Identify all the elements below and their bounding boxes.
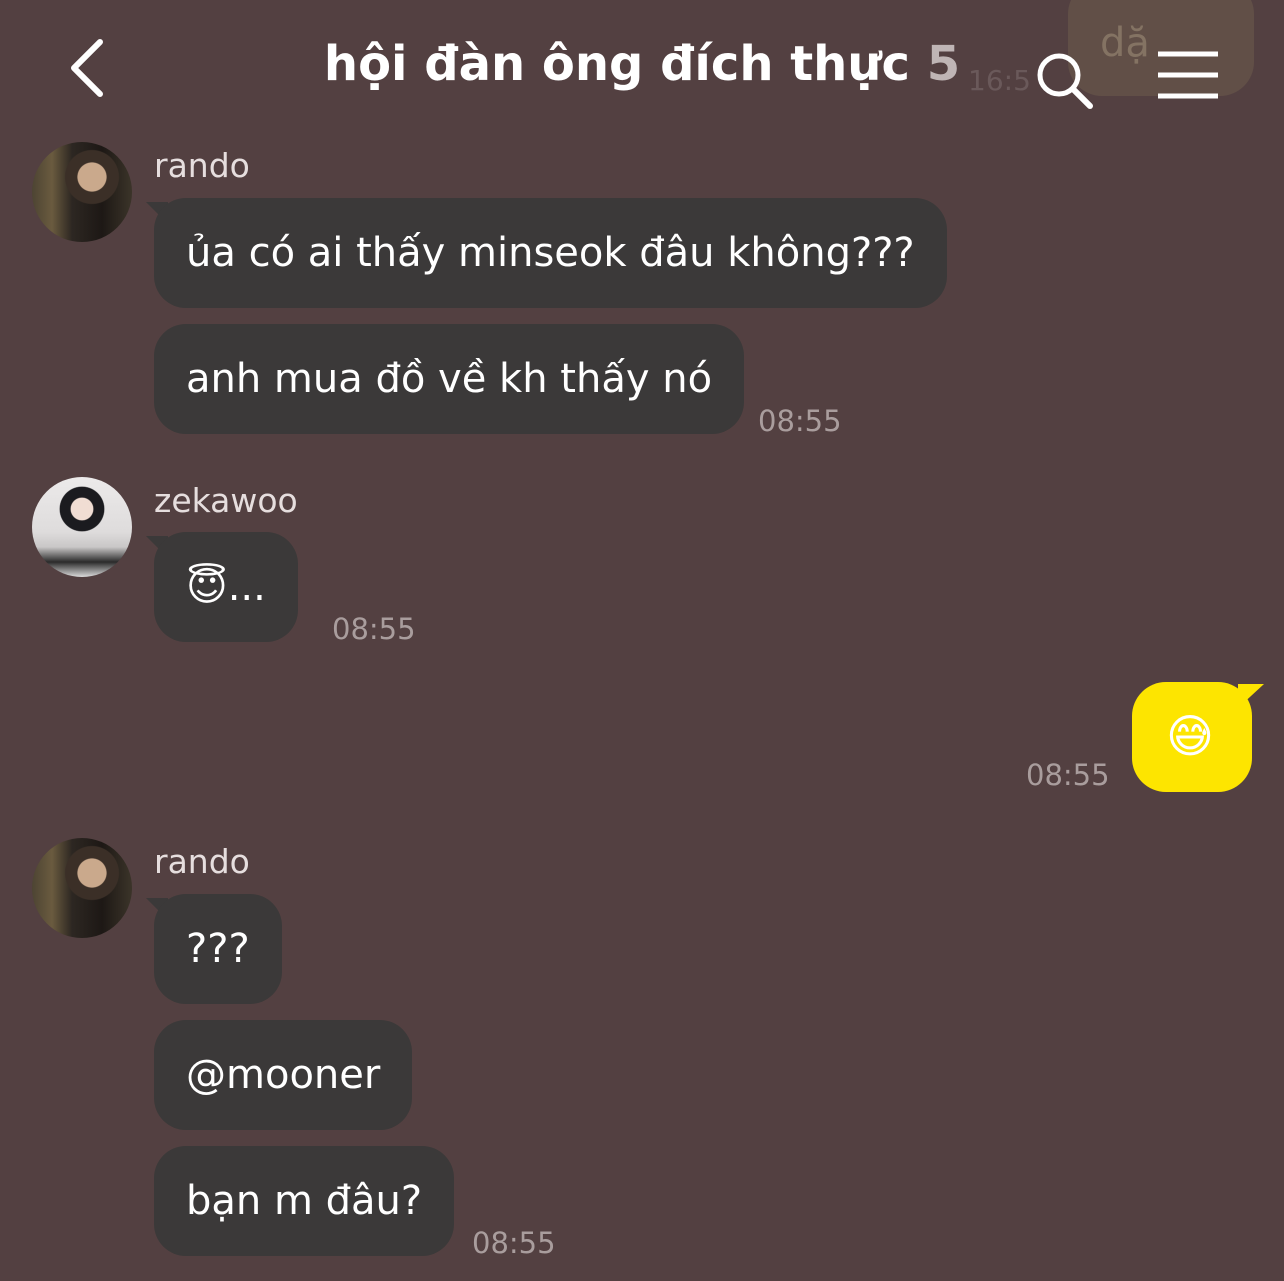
message-time: 08:55 bbox=[758, 404, 842, 438]
message-time: 08:55 bbox=[332, 612, 416, 646]
message-time: 08:55 bbox=[472, 1226, 556, 1260]
message-bubble[interactable]: anh mua đồ về kh thấy nó bbox=[154, 324, 745, 434]
search-button[interactable] bbox=[1034, 50, 1094, 110]
my-message-bubble[interactable]: 😅 bbox=[1132, 682, 1252, 792]
avatar[interactable] bbox=[32, 477, 132, 577]
message-bubble[interactable]: ??? bbox=[154, 894, 282, 1004]
sender-name: rando bbox=[154, 842, 250, 881]
sender-name: zekawoo bbox=[154, 481, 298, 520]
hamburger-menu-icon bbox=[1158, 51, 1218, 99]
sender-name: rando bbox=[154, 146, 250, 185]
message-bubble[interactable]: @mooner bbox=[154, 1020, 413, 1130]
message-bubble[interactable]: 😇... bbox=[154, 532, 298, 642]
emoji-sweat-smile: 😅 bbox=[1166, 709, 1214, 763]
avatar[interactable] bbox=[32, 838, 132, 938]
message-bubble[interactable]: bạn m đâu? bbox=[154, 1146, 455, 1256]
message-time: 08:55 bbox=[1026, 758, 1110, 792]
message-bubble[interactable]: ủa có ai thấy minseok đâu không??? bbox=[154, 198, 947, 308]
avatar[interactable] bbox=[32, 142, 132, 242]
member-count: 5 bbox=[926, 36, 961, 92]
menu-button[interactable] bbox=[1156, 50, 1220, 100]
search-icon bbox=[1037, 53, 1093, 109]
chat-title-text: hội đàn ông đích thực bbox=[323, 36, 910, 92]
